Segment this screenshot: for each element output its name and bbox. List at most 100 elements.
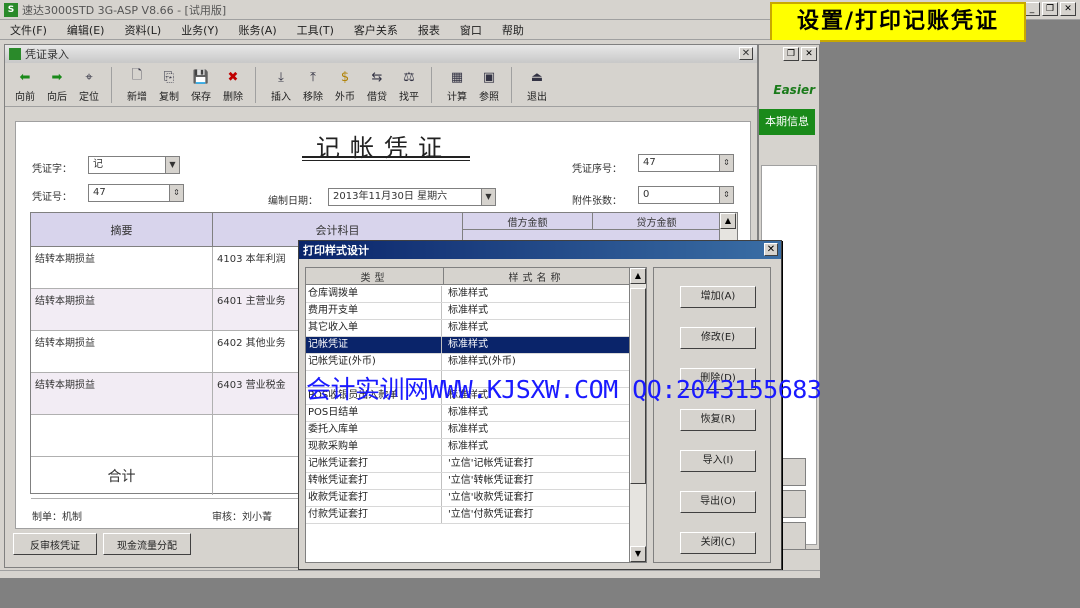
menu-item[interactable]: 工具(T) <box>287 22 344 38</box>
style-cell: 标准样式 <box>448 441 488 452</box>
delete-icon: ✖ <box>227 69 239 85</box>
toolbar-button[interactable]: ⌖ 定位 <box>73 69 105 104</box>
spinner-icon[interactable]: ⇕ <box>169 185 183 201</box>
menu-item[interactable]: 编辑(E) <box>57 22 115 38</box>
close-button[interactable]: 关闭(C) <box>680 532 756 554</box>
toolbar-button[interactable]: ⎘ 复制 <box>153 69 185 104</box>
side-button[interactable] <box>782 490 806 518</box>
toolbar-button[interactable]: ➡ 向后 <box>41 69 73 104</box>
close-icon[interactable]: ✕ <box>801 47 817 61</box>
toolbar-button[interactable]: ⇆ 借贷 <box>361 69 393 104</box>
toolbar-button[interactable]: ▣ 参照 <box>473 69 505 104</box>
col-header-summary[interactable]: 摘要 <box>31 213 213 247</box>
list-item[interactable]: 其它收入单 标准样式 <box>306 320 630 337</box>
arrow-left-icon: ⬅ <box>19 69 31 85</box>
type-cell: 转帐凭证套打 <box>308 473 442 489</box>
add-button[interactable]: 增加(A) <box>680 286 756 308</box>
toolbar-button[interactable]: $ 外币 <box>329 69 361 104</box>
attach-field[interactable]: 0 ⇕ <box>638 186 734 204</box>
summary-cell[interactable]: 结转本期损益 <box>31 247 213 289</box>
scroll-down-icon[interactable]: ▼ <box>630 546 646 562</box>
menu-item[interactable]: 客户关系 <box>344 22 408 38</box>
toolbar-button-label: 定位 <box>79 92 99 103</box>
summary-cell[interactable]: 结转本期损益 <box>31 331 213 373</box>
menu-item[interactable]: 业务(Y) <box>171 22 228 38</box>
list-item[interactable]: 仓库调拨单 标准样式 <box>306 286 630 303</box>
list-item[interactable]: 记帐凭证 标准样式 <box>306 337 630 354</box>
list-item[interactable]: 收款凭证套打 '立信'收款凭证套打 <box>306 490 630 507</box>
menu-item[interactable]: 帮助 <box>492 22 534 38</box>
list-item[interactable]: 委托入库单 标准样式 <box>306 422 630 439</box>
restore-icon[interactable]: ❐ <box>783 47 799 61</box>
close-icon[interactable]: ✕ <box>739 47 753 60</box>
menu-item[interactable]: 窗口 <box>450 22 492 38</box>
side-button[interactable] <box>782 522 806 550</box>
toolbar-button[interactable]: ⤒ 移除 <box>297 69 329 104</box>
list-item[interactable]: 转帐凭证套打 '立信'转帐凭证套打 <box>306 473 630 490</box>
toolbar-button[interactable]: ⤓ 插入 <box>265 69 297 104</box>
auditor-label: 审核：刘小菁 <box>212 512 272 523</box>
date-label: 编制日期： <box>268 196 318 207</box>
toolbar-button[interactable]: ⏏ 退出 <box>521 69 553 104</box>
restore-button[interactable]: 恢复(R) <box>680 409 756 431</box>
cashflow-button[interactable]: 现金流量分配 <box>103 533 191 555</box>
close-icon[interactable]: ✕ <box>1060 2 1076 16</box>
heading-underline <box>302 156 470 158</box>
summary-cell[interactable]: 结转本期损益 <box>31 373 213 415</box>
list-scrollbar[interactable]: ▲ ▼ <box>629 268 646 562</box>
export-button[interactable]: 导出(O) <box>680 491 756 513</box>
toolbar-button[interactable]: 💾 保存 <box>185 69 217 104</box>
spinner-icon[interactable]: ⇕ <box>719 187 733 203</box>
summary-cell[interactable] <box>31 415 213 457</box>
menu-item[interactable]: 报表 <box>408 22 450 38</box>
tutorial-callout: 设置/打印记账凭证 <box>770 2 1026 42</box>
scroll-up-icon[interactable]: ▲ <box>720 213 736 229</box>
style-cell: 标准样式 <box>448 305 488 316</box>
col-header-debit[interactable]: 借方金额 <box>463 213 593 230</box>
toolbar-button[interactable]: ⬅ 向前 <box>9 69 41 104</box>
date-picker[interactable]: 2013年11月30日 星期六 ▼ <box>328 188 496 206</box>
voucher-word-select[interactable]: 记 ▼ <box>88 156 180 174</box>
close-icon[interactable]: ✕ <box>764 243 778 256</box>
list-item[interactable]: 记帐凭证(外币) 标准样式(外币) <box>306 354 630 371</box>
menu-item[interactable]: 账务(A) <box>229 22 287 38</box>
col-header-style[interactable]: 样式名称 <box>444 268 630 285</box>
col-header-type[interactable]: 类型 <box>306 268 444 285</box>
list-item[interactable]: 现款采购单 标准样式 <box>306 439 630 456</box>
summary-cell[interactable]: 结转本期损益 <box>31 289 213 331</box>
toolbar-button[interactable]: 🗋 新增 <box>121 68 153 103</box>
toolbar-button[interactable]: ⚖ 找平 <box>393 69 425 104</box>
list-item[interactable]: POS日结单 标准样式 <box>306 405 630 422</box>
exit-icon: ⏏ <box>530 69 544 85</box>
voucher-no-field[interactable]: 47 ⇕ <box>88 184 184 202</box>
menu-item[interactable]: 资料(L) <box>114 22 171 38</box>
restore-icon[interactable]: ❐ <box>1042 2 1058 16</box>
col-header-credit[interactable]: 贷方金额 <box>593 213 721 230</box>
seq-field[interactable]: 47 ⇕ <box>638 154 734 172</box>
spinner-icon[interactable]: ⇕ <box>719 155 733 171</box>
minimize-icon[interactable]: _ <box>1024 2 1040 16</box>
menu-bar: 文件(F) 编辑(E) 资料(L) 业务(Y) 账务(A) 工具(T) 客户关系 报表 窗口 帮助 <box>0 20 770 40</box>
locate-icon: ⌖ <box>85 69 93 85</box>
chevron-down-icon[interactable]: ▼ <box>165 157 179 173</box>
reverse-audit-button[interactable]: 反审核凭证 <box>13 533 97 555</box>
toolbar-separator <box>111 67 117 103</box>
total-label: 合计 <box>31 457 213 495</box>
list-item[interactable]: 记帐凭证套打 '立信'记帐凭证套打 <box>306 456 630 473</box>
list-item[interactable]: 付款凭证套打 '立信'付款凭证套打 <box>306 507 630 524</box>
toolbar-button[interactable]: ✖ 删除 <box>217 69 249 104</box>
toolbar-button[interactable]: ▦ 计算 <box>441 69 473 104</box>
toolbar-button-label: 计算 <box>447 92 467 103</box>
edit-button[interactable]: 修改(E) <box>680 327 756 349</box>
chevron-down-icon[interactable]: ▼ <box>481 189 495 205</box>
dialog-button-panel: 增加(A) 修改(E) 删除(D) 恢复(R) 导入(I) 导出(O) 关闭(C) <box>653 267 771 563</box>
scroll-up-icon[interactable]: ▲ <box>630 268 646 284</box>
style-cell: 标准样式(外币) <box>448 356 516 367</box>
toolbar-button-label: 复制 <box>159 92 179 103</box>
import-button[interactable]: 导入(I) <box>680 450 756 472</box>
info-banner[interactable]: 本期信息 <box>759 109 815 135</box>
menu-item[interactable]: 文件(F) <box>0 22 57 38</box>
list-item[interactable]: 费用开支单 标准样式 <box>306 303 630 320</box>
side-button[interactable] <box>782 458 806 486</box>
save-icon: 💾 <box>192 69 210 85</box>
